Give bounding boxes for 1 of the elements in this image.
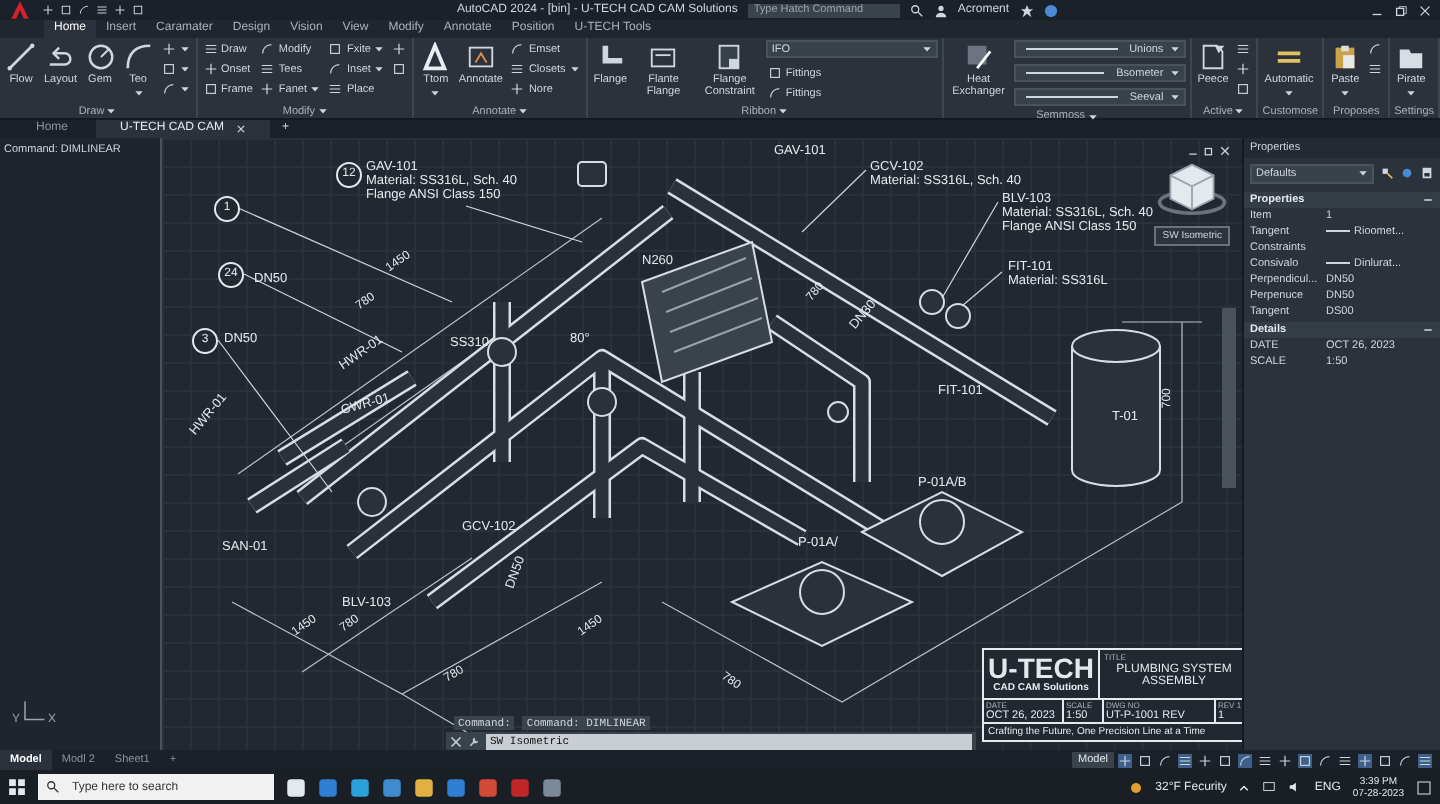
company-name: U-TECH [988,653,1094,682]
